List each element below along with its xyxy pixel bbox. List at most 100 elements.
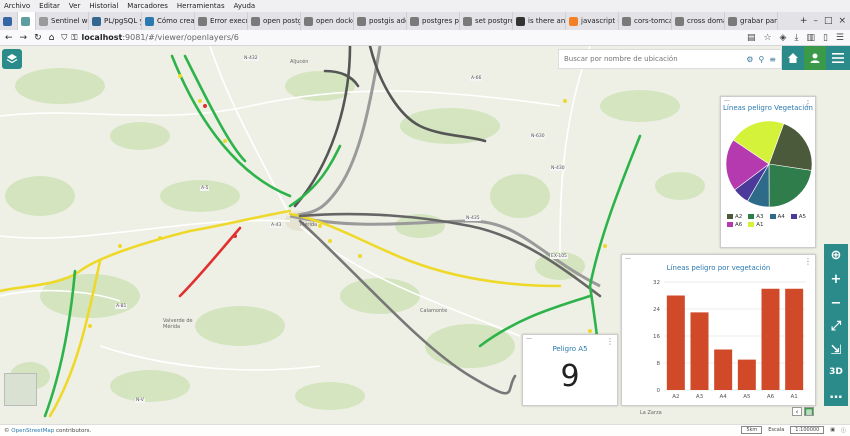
minimap-thumbnail[interactable] <box>4 373 37 406</box>
browser-menubar: Archivo Editar Ver Historial Marcadores … <box>0 0 850 12</box>
fullscreen-icon[interactable]: ⤢ <box>831 320 841 333</box>
close-window-button[interactable]: × <box>838 16 846 26</box>
legend-label: A5 <box>798 214 807 220</box>
browser-tab[interactable]: PL/pgSQL y <box>89 12 142 30</box>
legend-item[interactable]: A2 <box>727 214 742 220</box>
scale-select[interactable]: 1:100000 <box>790 426 825 434</box>
url-bar[interactable]: ⛉ ⚿ localhost:9081/#/viewer/openlayers/6 <box>61 33 238 43</box>
bar-A6[interactable] <box>761 288 780 390</box>
browser-tab[interactable]: postgres pyt <box>407 12 460 30</box>
osm-link[interactable]: OpenStreetMap <box>11 428 54 434</box>
browser-tab[interactable]: cross domai <box>672 12 725 30</box>
browser-tab[interactable]: is there any <box>513 12 566 30</box>
tab-label: set postgre <box>475 17 513 25</box>
bar-A3[interactable] <box>690 312 709 390</box>
browser-tab[interactable]: cors-tomcat <box>619 12 672 30</box>
y-tick-label: 24 <box>653 307 660 313</box>
new-tab-button[interactable]: + <box>800 16 808 26</box>
home-icon[interactable]: ⌂ <box>49 33 55 43</box>
kpi-title: Peligro A5 <box>552 345 588 353</box>
widgets-toggle-icon[interactable]: ▦ <box>804 407 814 416</box>
menu-archivo[interactable]: Archivo <box>4 2 30 10</box>
legend-item[interactable]: A4 <box>769 214 785 220</box>
browser-tab[interactable]: open docker <box>301 12 354 30</box>
app-menu-icon[interactable]: ☰ <box>836 33 844 43</box>
menu-ayuda[interactable]: Ayuda <box>234 2 256 10</box>
reload-icon[interactable]: ↻ <box>34 33 42 43</box>
tab-favicon-icon <box>3 16 12 26</box>
tab-favicon-icon <box>304 16 313 26</box>
menu-marcadores[interactable]: Marcadores <box>127 2 168 10</box>
road-label: EX-105 <box>550 254 568 259</box>
3d-toggle-button[interactable]: 3D <box>829 367 843 377</box>
menu-button[interactable] <box>826 46 850 70</box>
drag-handle-icon[interactable]: — <box>526 335 532 342</box>
drag-handle-icon[interactable]: — <box>724 97 730 104</box>
bar-A4[interactable] <box>714 349 733 391</box>
menu-editar[interactable]: Editar <box>39 2 60 10</box>
tab-favicon-icon <box>92 16 101 26</box>
browser-tab[interactable]: Error execu <box>195 12 248 30</box>
map-tools-bar: ⊕ + − ⤢ ⇲ 3D … <box>824 244 848 406</box>
menu-herramientas[interactable]: Herramientas <box>177 2 225 10</box>
window-controls: + – □ × <box>796 12 850 30</box>
browser-tab[interactable]: javascript - <box>566 12 619 30</box>
collapse-left-icon[interactable]: ‹ <box>792 407 802 416</box>
map-footer: © OpenStreetMap contributors. 5km Escala… <box>0 424 850 436</box>
pie-slice-A3[interactable] <box>768 163 812 208</box>
maximize-button[interactable]: □ <box>824 16 833 26</box>
browser-tab[interactable]: set postgre <box>460 12 513 30</box>
attribution: © OpenStreetMap contributors. <box>4 427 92 434</box>
pie-chart-widget: — ⋮ Líneas peligro Vegetación A2 A3 A4 A5 A6… <box>720 96 816 248</box>
list-icon[interactable]: ≡ <box>769 55 776 64</box>
zoom-out-button[interactable]: − <box>831 297 842 310</box>
home-button[interactable] <box>782 46 804 70</box>
place-label: Calamonte <box>420 308 448 314</box>
forward-icon[interactable]: → <box>20 33 28 43</box>
gear-icon[interactable]: ⚙ <box>746 55 753 64</box>
bar-A5[interactable] <box>737 359 756 390</box>
legend-item[interactable]: A5 <box>790 214 807 220</box>
browser-tab[interactable]: postgis add <box>354 12 407 30</box>
legend-item[interactable]: A1 <box>748 222 764 228</box>
menu-ver[interactable]: Ver <box>69 2 80 10</box>
legend-item[interactable]: A6 <box>727 222 742 228</box>
bookmark-icon[interactable]: ☆ <box>763 33 771 43</box>
widget-menu-icon[interactable]: ⋮ <box>804 257 812 266</box>
more-icon[interactable]: … <box>830 388 843 401</box>
widget-menu-icon[interactable]: ⋮ <box>804 99 812 108</box>
legend-item[interactable]: A3 <box>748 214 764 220</box>
downloads-icon[interactable]: ⤓ <box>794 33 798 43</box>
user-button[interactable] <box>804 46 826 70</box>
tab-favicon-icon <box>21 16 30 26</box>
info-icon[interactable]: ⓘ <box>841 427 846 434</box>
zoom-in-button[interactable]: + <box>831 273 842 286</box>
search-icon[interactable]: ⚲ <box>758 55 764 64</box>
browser-tab[interactable] <box>18 12 36 30</box>
browser-tab[interactable]: open postgr <box>248 12 301 30</box>
print-icon[interactable]: ▣ <box>830 427 835 433</box>
browser-tab[interactable]: grabar pant <box>725 12 778 30</box>
minimize-button[interactable]: – <box>813 16 818 26</box>
library-icon[interactable]: ▥ <box>806 33 815 43</box>
browser-tab[interactable]: Cómo crear <box>142 12 195 30</box>
drag-handle-icon[interactable]: — <box>625 255 631 262</box>
menu-historial[interactable]: Historial <box>89 2 118 10</box>
reader-icon[interactable]: ▤ <box>747 33 756 43</box>
expand-icon[interactable]: ⇲ <box>831 344 842 357</box>
browser-tab[interactable]: Sentinel we <box>36 12 89 30</box>
bar-A1[interactable] <box>785 288 804 390</box>
back-icon[interactable]: ← <box>5 33 13 43</box>
widget-menu-icon[interactable]: ⋮ <box>606 337 614 346</box>
layers-button[interactable] <box>2 49 22 69</box>
bar-A2[interactable] <box>666 295 685 391</box>
locate-icon[interactable]: ⊕ <box>831 249 842 262</box>
search-input[interactable] <box>564 55 742 63</box>
tab-favicon-icon <box>516 16 525 26</box>
tab-label: open postgr <box>263 17 301 25</box>
pocket-icon[interactable]: ◈ <box>780 33 787 43</box>
sidebar-icon[interactable]: ▯ <box>823 33 828 43</box>
map-view[interactable]: Aljucén Mérida Valverde de Mérida Calamo… <box>0 46 850 436</box>
browser-tab[interactable] <box>0 12 18 30</box>
url-path: :9081/#/viewer/openlayers/6 <box>122 33 239 42</box>
